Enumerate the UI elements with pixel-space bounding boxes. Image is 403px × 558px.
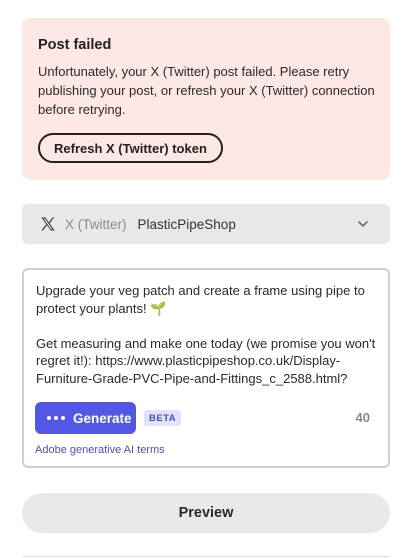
chevron-down-icon[interactable] <box>356 217 370 231</box>
ai-terms-link[interactable]: Adobe generative AI terms <box>35 444 165 456</box>
post-text[interactable]: Upgrade your veg patch and create a fram… <box>36 282 380 387</box>
generate-label: Generate <box>73 410 132 426</box>
preview-button[interactable]: Preview <box>22 493 390 533</box>
platform-label: X (Twitter) <box>65 216 127 232</box>
generate-button[interactable]: Generate <box>35 402 136 434</box>
refresh-token-button[interactable]: Refresh X (Twitter) token <box>38 133 223 163</box>
account-selector[interactable]: X (Twitter) PlasticPipeShop <box>22 204 390 244</box>
post-failed-alert: Post failed Unfortunately, your X (Twitt… <box>22 18 390 180</box>
divider <box>22 556 390 557</box>
character-count: 40 <box>355 410 370 425</box>
post-composer[interactable]: Upgrade your veg patch and create a fram… <box>22 268 390 468</box>
alert-title: Post failed <box>38 37 112 53</box>
x-logo-icon <box>40 216 56 232</box>
beta-badge: BETA <box>144 410 182 426</box>
account-name: PlasticPipeShop <box>137 216 236 232</box>
alert-message: Unfortunately, your X (Twitter) post fai… <box>38 64 375 117</box>
more-dots-icon <box>47 416 65 420</box>
